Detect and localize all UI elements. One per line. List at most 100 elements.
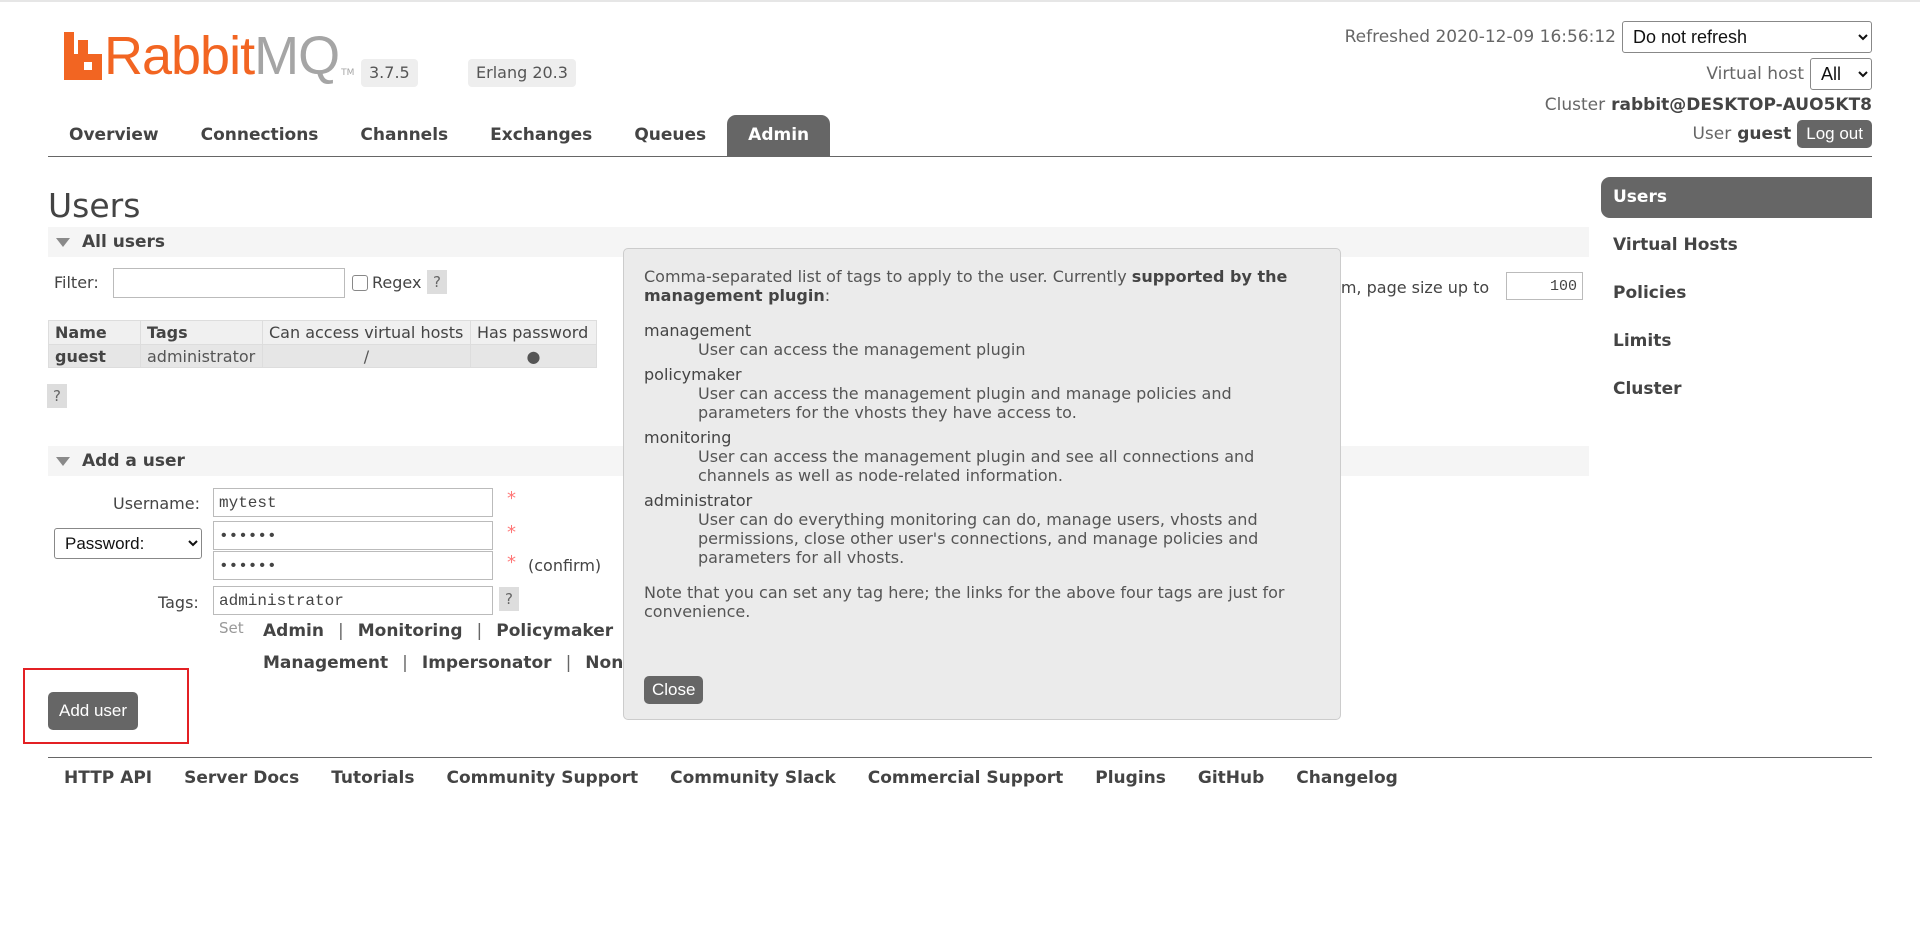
tab-exchanges[interactable]: Exchanges (469, 115, 613, 156)
top-border (0, 0, 1920, 2)
user-tags-cell: administrator (140, 344, 263, 368)
cluster-label: Cluster (1544, 95, 1606, 115)
sidebar-item-policies[interactable]: Policies (1601, 273, 1872, 314)
erlang-version-badge: Erlang 20.3 (468, 59, 576, 87)
sidebar-item-cluster[interactable]: Cluster (1601, 369, 1872, 410)
sidebar-item-virtual-hosts[interactable]: Virtual Hosts (1601, 225, 1872, 266)
footer-link-plugins[interactable]: Plugins (1095, 768, 1166, 788)
separator: | (476, 621, 483, 641)
virtual-host-bar: Virtual host All (1706, 58, 1872, 90)
collapse-triangle-icon (56, 456, 70, 466)
column-header-vhosts[interactable]: Can access virtual hosts (262, 320, 471, 345)
help-tag-name: administrator (644, 491, 753, 510)
footer-link-http-api[interactable]: HTTP API (64, 768, 152, 788)
refresh-interval-select[interactable]: Do not refresh (1622, 21, 1872, 53)
regex-label: Regex (372, 273, 422, 292)
tag-links-row-2: Management | Impersonator | None (263, 653, 635, 673)
rabbitmq-logo: RabbitMQ TM (64, 26, 355, 86)
separator: | (565, 653, 572, 673)
user-info: User guest Log out (1692, 120, 1872, 148)
tab-connections[interactable]: Connections (180, 115, 340, 156)
tags-help-button[interactable]: ? (499, 587, 519, 611)
cluster-name: rabbit@DESKTOP-AUO5KT8 (1611, 95, 1872, 115)
required-marker: * (507, 552, 516, 573)
footer-divider (48, 757, 1872, 758)
footer-link-tutorials[interactable]: Tutorials (331, 768, 414, 788)
help-intro: Comma-separated list of tags to apply to… (644, 267, 1288, 305)
required-marker: * (507, 522, 516, 543)
user-has-password-cell: ● (470, 344, 597, 368)
tag-link-policymaker[interactable]: Policymaker (496, 621, 613, 641)
refresh-bar: Refreshed 2020-12-09 16:56:12 Do not ref… (1345, 21, 1872, 53)
help-tag-description: User can access the management plugin (698, 340, 1026, 359)
required-marker: * (507, 488, 516, 509)
sidebar-item-limits[interactable]: Limits (1601, 321, 1872, 362)
user-vhosts-cell: / (262, 344, 471, 368)
help-tag-name: monitoring (644, 428, 732, 447)
help-tag-description: User can access the management plugin an… (698, 447, 1255, 485)
page-title: Users (48, 186, 141, 225)
admin-sidebar: Users Virtual Hosts Policies Limits Clus… (1601, 177, 1872, 417)
current-user-name: guest (1737, 124, 1792, 144)
close-popup-button[interactable]: Close (644, 676, 704, 704)
virtual-host-select[interactable]: All (1810, 58, 1872, 90)
tag-link-monitoring[interactable]: Monitoring (358, 621, 463, 641)
footer-link-github[interactable]: GitHub (1198, 768, 1264, 788)
logo-trademark: TM (341, 68, 355, 78)
separator: | (337, 621, 344, 641)
sidebar-item-users[interactable]: Users (1601, 177, 1872, 218)
filter-label: Filter: (54, 273, 99, 292)
footer-link-commercial-support[interactable]: Commercial Support (868, 768, 1064, 788)
tags-help-popup: Comma-separated list of tags to apply to… (623, 248, 1341, 720)
tag-links-row-1: Admin | Monitoring | Policymaker (263, 621, 613, 641)
password-confirm-input[interactable] (213, 551, 493, 580)
password-mode-select[interactable]: Password: (54, 528, 202, 559)
table-row[interactable]: guest administrator / ● (48, 344, 597, 368)
filter-help-button[interactable]: ? (427, 270, 447, 294)
tab-overview[interactable]: Overview (48, 115, 180, 156)
main-nav: Overview Connections Channels Exchanges … (48, 115, 831, 156)
users-table: Name Tags Can access virtual hosts Has p… (48, 320, 597, 368)
table-header-row: Name Tags Can access virtual hosts Has p… (48, 320, 597, 345)
separator: | (402, 653, 408, 673)
help-tag-name: management (644, 321, 752, 340)
all-users-heading: All users (82, 232, 165, 252)
tag-link-impersonator[interactable]: Impersonator (422, 653, 552, 673)
help-note: Note that you can set any tag here; the … (644, 583, 1285, 621)
page-size-input[interactable] (1506, 272, 1583, 300)
rabbitmq-logo-icon (64, 32, 102, 80)
version-badge: 3.7.5 (361, 59, 418, 87)
column-header-has-password[interactable]: Has password (470, 320, 597, 345)
tab-admin[interactable]: Admin (727, 115, 831, 156)
pagination-text: em, page size up to (1331, 278, 1490, 297)
tag-link-admin[interactable]: Admin (263, 621, 324, 641)
tab-channels[interactable]: Channels (339, 115, 469, 156)
footer-link-server-docs[interactable]: Server Docs (184, 768, 299, 788)
help-tag-description: User can do everything monitoring can do… (698, 510, 1259, 567)
column-header-tags[interactable]: Tags (140, 320, 263, 345)
tags-input[interactable] (213, 586, 493, 615)
user-name-link[interactable]: guest (48, 344, 141, 368)
password-input[interactable] (213, 521, 493, 550)
collapse-triangle-icon (56, 237, 70, 247)
filter-input[interactable] (113, 268, 345, 298)
add-user-button[interactable]: Add user (48, 692, 139, 730)
tags-label: Tags: (158, 593, 199, 612)
logout-button[interactable]: Log out (1797, 120, 1872, 148)
user-label: User (1692, 124, 1732, 144)
tag-link-management[interactable]: Management (263, 653, 388, 673)
regex-checkbox[interactable] (352, 275, 368, 291)
footer-link-changelog[interactable]: Changelog (1296, 768, 1398, 788)
logo-wordmark: RabbitMQ (104, 26, 340, 86)
column-header-name[interactable]: Name (48, 320, 141, 345)
refreshed-timestamp: Refreshed 2020-12-09 16:56:12 (1344, 27, 1616, 47)
virtual-host-label: Virtual host (1706, 64, 1804, 84)
footer-links: HTTP API Server Docs Tutorials Community… (64, 768, 1398, 788)
username-input[interactable] (213, 488, 493, 517)
username-label: Username: (113, 494, 200, 513)
table-help-button[interactable]: ? (47, 384, 67, 408)
footer-link-community-support[interactable]: Community Support (446, 768, 638, 788)
add-user-heading: Add a user (82, 451, 185, 471)
footer-link-community-slack[interactable]: Community Slack (670, 768, 836, 788)
tab-queues[interactable]: Queues (613, 115, 727, 156)
